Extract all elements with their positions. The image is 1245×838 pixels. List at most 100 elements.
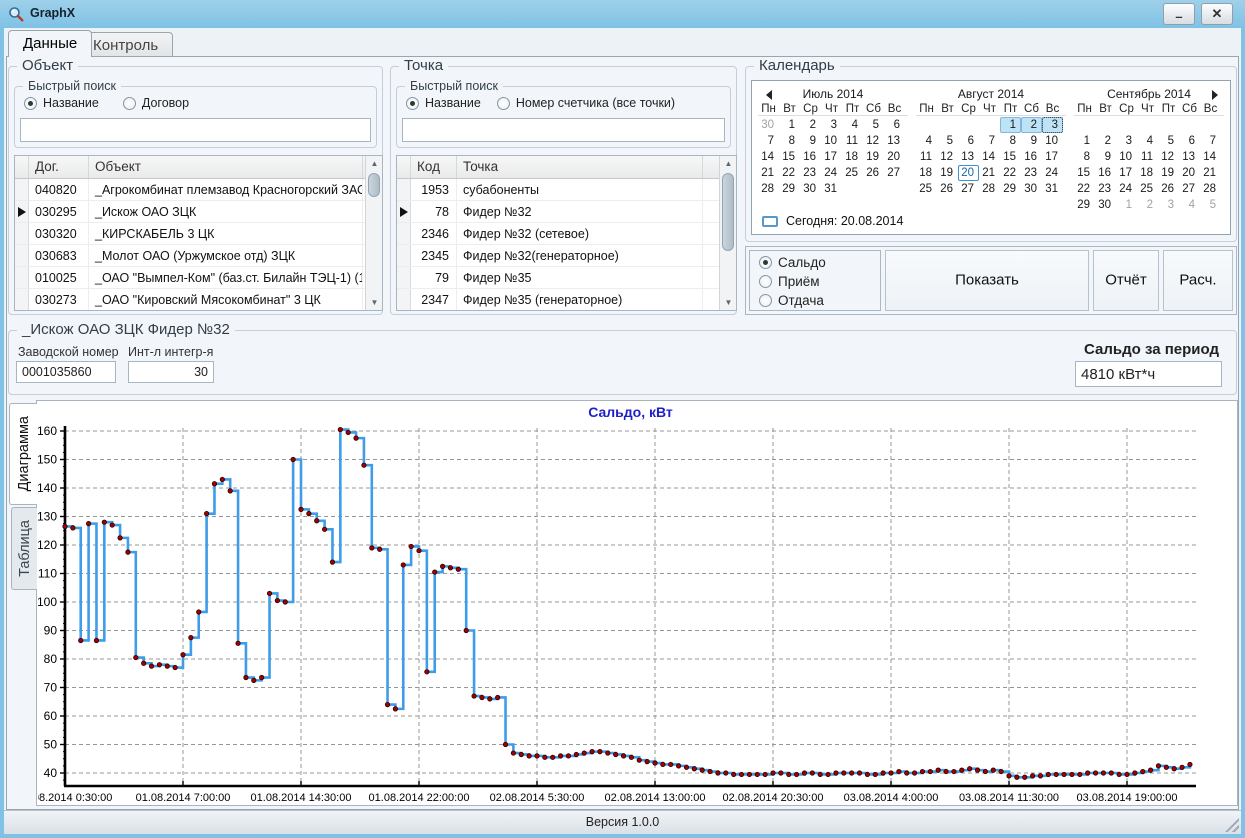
calendar-day[interactable]: 13 bbox=[958, 149, 979, 165]
calendar-day[interactable]: 18 bbox=[1137, 165, 1158, 181]
calendar-day[interactable]: 23 bbox=[1095, 181, 1116, 197]
calendar-day[interactable]: 18 bbox=[842, 149, 863, 165]
calendar-day[interactable]: 2 bbox=[1137, 197, 1158, 213]
flow-mode-option-1[interactable]: Приём bbox=[759, 274, 826, 289]
object-search-mode-option-0[interactable]: Название bbox=[24, 96, 99, 110]
calendar-day[interactable]: 3 bbox=[821, 117, 842, 133]
object-search-mode-option-1[interactable]: Договор bbox=[123, 96, 189, 110]
calendar-today-row[interactable]: Сегодня: 20.08.2014 bbox=[762, 214, 903, 228]
calc-button[interactable]: Расч. bbox=[1163, 250, 1233, 311]
calendar-day[interactable]: 6 bbox=[884, 117, 905, 133]
scroll-thumb[interactable] bbox=[368, 173, 380, 197]
calendar-day[interactable]: 22 bbox=[1074, 181, 1095, 197]
calendar-day[interactable]: 3 bbox=[1158, 197, 1179, 213]
calendar-day[interactable]: 22 bbox=[779, 165, 800, 181]
calendar-day[interactable]: 9 bbox=[1095, 149, 1116, 165]
calendar-day[interactable]: 12 bbox=[863, 133, 884, 149]
table-row[interactable]: 2346Фидер №32 (сетевое) bbox=[397, 223, 736, 245]
calendar-day[interactable]: 6 bbox=[1179, 133, 1200, 149]
calendar-day[interactable]: 23 bbox=[1021, 165, 1042, 181]
calendar-day[interactable]: 10 bbox=[821, 133, 842, 149]
object-search-input[interactable] bbox=[20, 118, 371, 142]
calendar-day[interactable]: 11 bbox=[842, 133, 863, 149]
calendar-day[interactable]: 25 bbox=[916, 181, 937, 197]
flow-mode-option-0[interactable]: Сальдо bbox=[759, 255, 826, 270]
calendar-day[interactable]: 15 bbox=[1000, 149, 1021, 165]
calendar-day[interactable]: 4 bbox=[842, 117, 863, 133]
calendar-day[interactable]: 29 bbox=[1000, 181, 1021, 197]
calendar-day[interactable]: 3 bbox=[1116, 133, 1137, 149]
column-header[interactable]: Дог. bbox=[29, 156, 89, 178]
saldo-period-field[interactable] bbox=[1075, 361, 1222, 387]
point-table-scrollbar[interactable]: ▲ ▼ bbox=[719, 156, 736, 310]
calendar-prev-icon[interactable] bbox=[766, 90, 772, 100]
calendar-day[interactable]: 1 bbox=[779, 117, 800, 133]
radio-icon[interactable] bbox=[759, 275, 772, 288]
calendar-day[interactable]: 5 bbox=[937, 133, 958, 149]
calendar-day[interactable]: 1 bbox=[1000, 117, 1021, 133]
table-row[interactable]: 2345Фидер №32(генераторное) bbox=[397, 245, 736, 267]
radio-icon[interactable] bbox=[497, 97, 510, 110]
row-selector[interactable] bbox=[15, 245, 29, 266]
calendar-day[interactable]: 26 bbox=[863, 165, 884, 181]
calendar-next-icon[interactable] bbox=[1212, 90, 1218, 100]
calendar-day[interactable]: 14 bbox=[758, 149, 779, 165]
calendar-day[interactable]: 27 bbox=[1179, 181, 1200, 197]
calendar-day[interactable]: 27 bbox=[958, 181, 979, 197]
tab-dannye[interactable]: Данные bbox=[8, 30, 92, 57]
calendar-day[interactable]: 22 bbox=[1000, 165, 1021, 181]
calendar-day[interactable]: 10 bbox=[1116, 149, 1137, 165]
calendar-day[interactable]: 20 bbox=[1179, 165, 1200, 181]
table-row[interactable]: 030273_ОАО "Кировский Мясокомбинат" 3 ЦК bbox=[15, 289, 382, 311]
calendar-day[interactable]: 28 bbox=[758, 181, 779, 197]
calendar-day[interactable]: 7 bbox=[758, 133, 779, 149]
calendar-day[interactable]: 29 bbox=[1074, 197, 1095, 213]
calendar-day[interactable]: 9 bbox=[800, 133, 821, 149]
radio-icon[interactable] bbox=[759, 256, 772, 269]
row-selector[interactable] bbox=[15, 179, 29, 200]
tab-diagramma[interactable]: Диаграмма bbox=[9, 403, 37, 505]
calendar-day[interactable]: 20 bbox=[884, 149, 905, 165]
table-row[interactable]: 030295_Искож ОАО ЗЦК bbox=[15, 201, 382, 223]
calendar-day[interactable]: 11 bbox=[916, 149, 937, 165]
calendar-day[interactable]: 9 bbox=[1021, 133, 1042, 149]
close-button[interactable]: ✕ bbox=[1201, 3, 1233, 25]
table-row[interactable]: 040820_Агрокомбинат племзавод Красногорс… bbox=[15, 179, 382, 201]
calendar-day[interactable]: 6 bbox=[958, 133, 979, 149]
calendar-day[interactable]: 20 bbox=[958, 165, 979, 181]
radio-icon[interactable] bbox=[406, 97, 419, 110]
calendar-day[interactable]: 5 bbox=[863, 117, 884, 133]
calendar-day[interactable]: 28 bbox=[1200, 181, 1221, 197]
radio-icon[interactable] bbox=[24, 97, 37, 110]
calendar-day[interactable]: 21 bbox=[758, 165, 779, 181]
row-selector[interactable] bbox=[15, 267, 29, 288]
calendar-day[interactable]: 24 bbox=[1042, 165, 1063, 181]
calendar-day[interactable]: 14 bbox=[1200, 149, 1221, 165]
calendar-day[interactable]: 13 bbox=[884, 133, 905, 149]
calendar-day[interactable]: 19 bbox=[937, 165, 958, 181]
row-selector[interactable] bbox=[397, 201, 411, 222]
calendar-day[interactable]: 28 bbox=[979, 181, 1000, 197]
calendar-day[interactable]: 24 bbox=[821, 165, 842, 181]
scroll-up-icon[interactable]: ▲ bbox=[367, 156, 382, 171]
scroll-thumb[interactable] bbox=[722, 173, 734, 251]
calendar-day[interactable]: 19 bbox=[1158, 165, 1179, 181]
row-selector[interactable] bbox=[15, 289, 29, 310]
calendar-day[interactable]: 27 bbox=[884, 165, 905, 181]
calendar-day[interactable]: 1 bbox=[1074, 133, 1095, 149]
row-selector[interactable] bbox=[397, 289, 411, 310]
scroll-up-icon[interactable]: ▲ bbox=[721, 156, 736, 171]
calendar-day[interactable]: 21 bbox=[979, 165, 1000, 181]
calendar-day[interactable]: 2 bbox=[1095, 133, 1116, 149]
calendar-day[interactable]: 1 bbox=[1116, 197, 1137, 213]
calendar-day[interactable]: 14 bbox=[979, 149, 1000, 165]
calendar-day[interactable]: 30 bbox=[800, 181, 821, 197]
calendar-day[interactable]: 8 bbox=[1000, 133, 1021, 149]
row-selector[interactable] bbox=[397, 179, 411, 200]
serial-number-field[interactable] bbox=[16, 361, 116, 383]
table-row[interactable]: 78Фидер №32 bbox=[397, 201, 736, 223]
calendar-day[interactable]: 15 bbox=[1074, 165, 1095, 181]
report-button[interactable]: Отчёт bbox=[1093, 250, 1159, 311]
radio-icon[interactable] bbox=[759, 294, 772, 307]
calendar-day[interactable]: 16 bbox=[1095, 165, 1116, 181]
